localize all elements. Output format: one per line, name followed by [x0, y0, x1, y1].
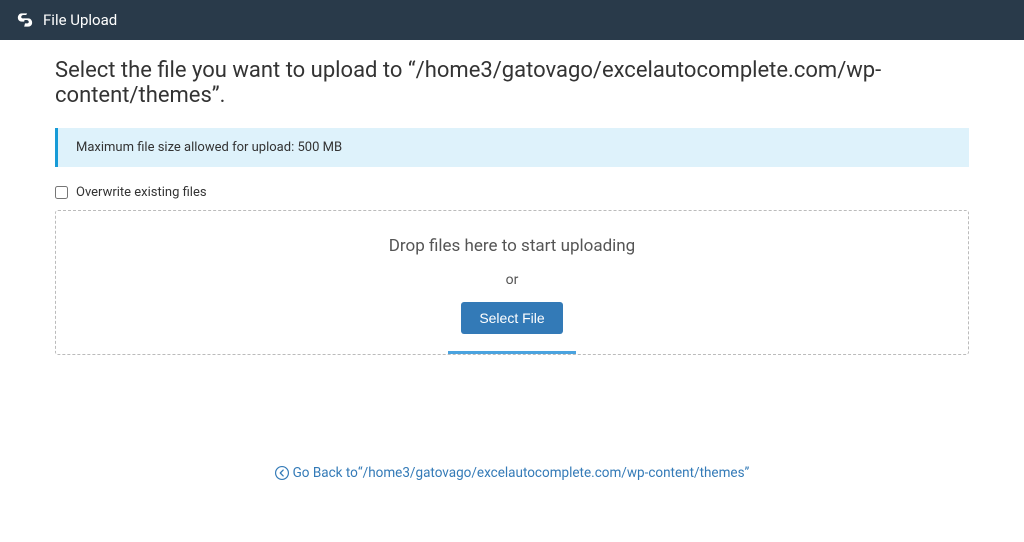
- page-title: Select the file you want to upload to “/…: [55, 58, 969, 108]
- go-back-prefix: Go Back to: [293, 465, 358, 481]
- notice-text: Maximum file size allowed for upload: 50…: [76, 140, 342, 155]
- cpanel-logo-icon: [15, 10, 35, 30]
- file-dropzone[interactable]: Drop files here to start uploading or Se…: [55, 210, 969, 355]
- select-file-button[interactable]: Select File: [461, 302, 562, 334]
- main-content: Select the file you want to upload to “/…: [0, 40, 1024, 484]
- overwrite-row: Overwrite existing files: [55, 185, 969, 200]
- go-back-row: Go Back to “/home3/gatovago/excelautocom…: [55, 465, 969, 484]
- dropzone-instruction: Drop files here to start uploading: [76, 236, 948, 256]
- go-back-path: “/home3/gatovago/excelautocomplete.com/w…: [358, 465, 750, 481]
- go-back-link[interactable]: Go Back to “/home3/gatovago/excelautocom…: [275, 465, 750, 481]
- progress-indicator: [448, 351, 576, 354]
- header-title: File Upload: [43, 11, 117, 29]
- app-header: File Upload: [0, 0, 1024, 40]
- overwrite-checkbox[interactable]: [55, 186, 68, 199]
- max-filesize-notice: Maximum file size allowed for upload: 50…: [55, 128, 969, 167]
- back-arrow-icon: [275, 466, 289, 480]
- overwrite-label: Overwrite existing files: [76, 185, 207, 200]
- dropzone-or: or: [76, 272, 948, 288]
- page-title-prefix: Select the file you want to upload to: [55, 58, 408, 83]
